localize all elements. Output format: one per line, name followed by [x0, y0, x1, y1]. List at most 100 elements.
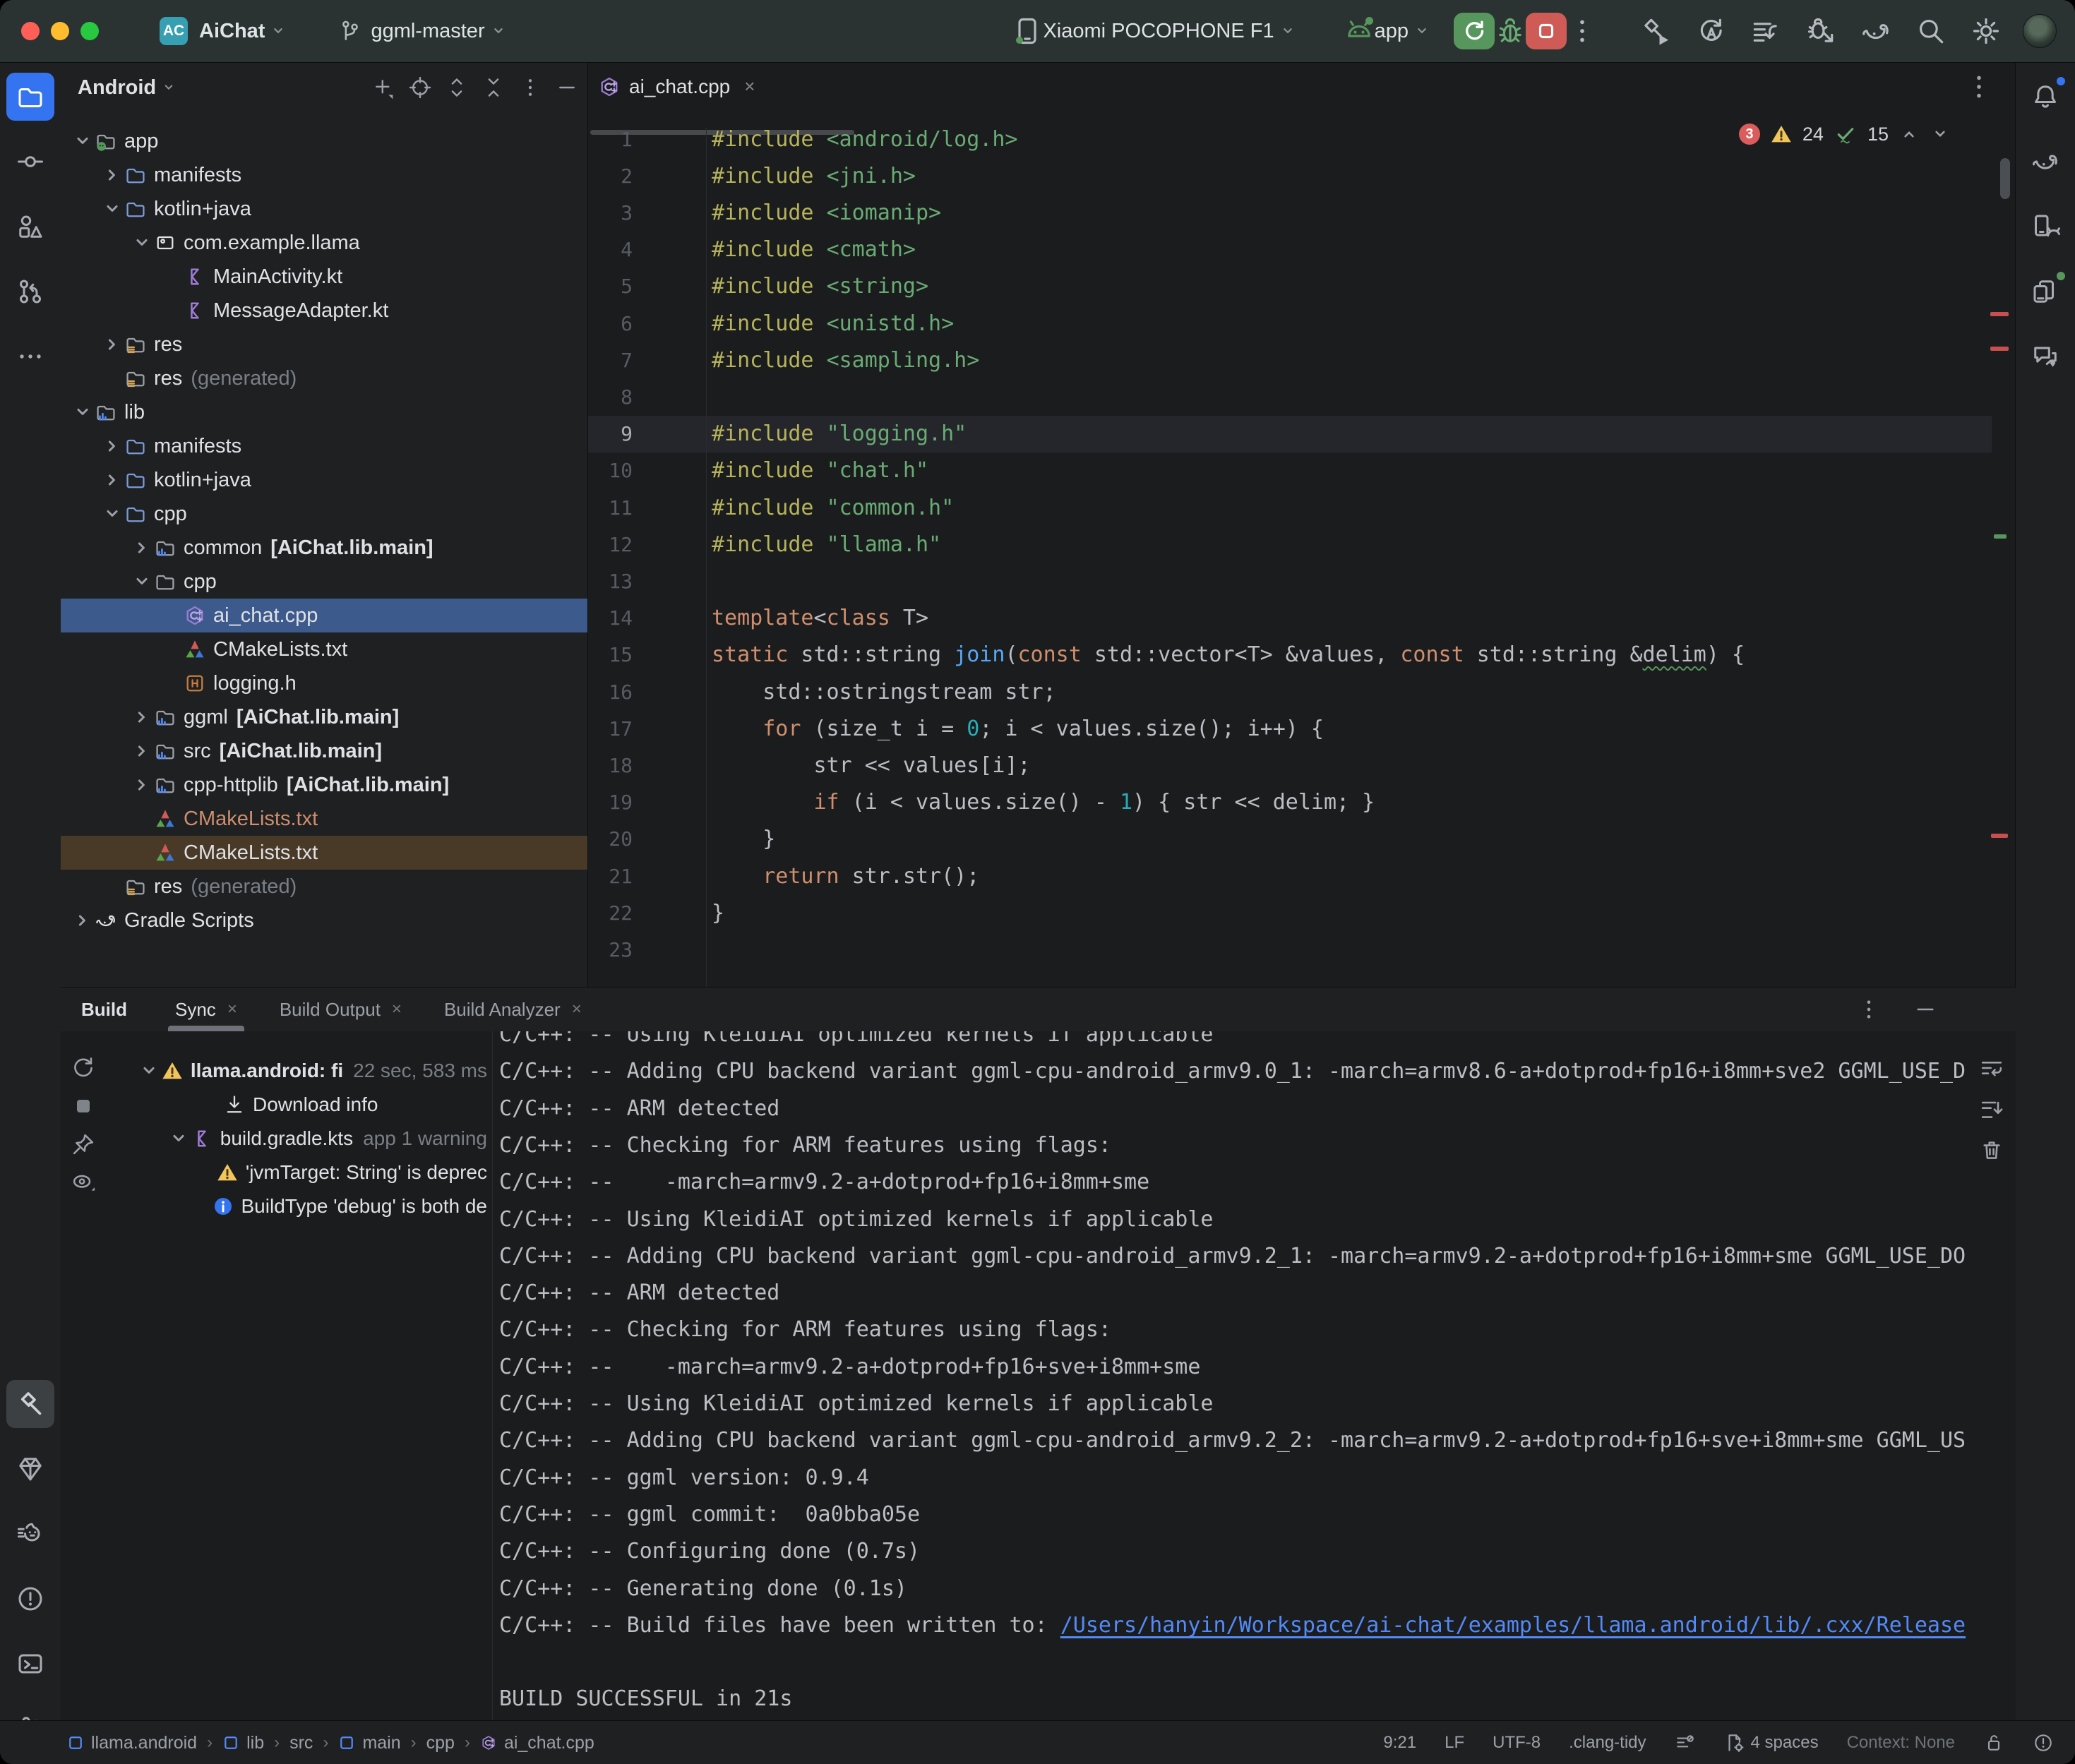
build-tab-build-analyzer[interactable]: Build Analyzer×	[441, 988, 585, 1031]
tree-item-res[interactable]: res(generated)	[61, 361, 587, 395]
tool-strip-gemini[interactable]	[2021, 332, 2069, 380]
tree-item-manifests[interactable]: manifests	[61, 158, 587, 192]
chevron-down-icon[interactable]	[167, 1127, 191, 1151]
expand-all-icon[interactable]	[445, 76, 469, 100]
tree-item-lib[interactable]: lib	[61, 395, 587, 429]
chevron-right-icon[interactable]	[71, 908, 95, 932]
status-context-none[interactable]: Context: None	[1847, 1733, 1955, 1753]
next-problem-icon[interactable]	[1930, 124, 1951, 145]
code-line-14[interactable]: 14template<class T>	[588, 600, 2016, 637]
build-tree-item[interactable]: 'jvmTarget: String' is deprec	[61, 1156, 487, 1189]
tree-item-logging-h[interactable]: logging.h	[61, 666, 587, 700]
branch-name[interactable]: ggml-master	[371, 20, 484, 43]
error-count-badge[interactable]: 3	[1739, 124, 1760, 145]
minus-icon[interactable]	[555, 76, 579, 100]
code-line-21[interactable]: 21 return str.str();	[588, 858, 2016, 894]
search-everywhere-button[interactable]	[1915, 16, 1947, 47]
editor-scrollbar[interactable]	[2000, 158, 2010, 199]
code-line-18[interactable]: 18 str << values[i];	[588, 747, 2016, 784]
error-stripe-mark[interactable]	[1990, 347, 2009, 351]
tree-item-gradle-scripts[interactable]: Gradle Scripts	[61, 904, 587, 937]
zoom-window-button[interactable]	[80, 22, 99, 40]
close-tab-icon[interactable]: ×	[227, 1000, 237, 1019]
code-line-15[interactable]: 15static std::string join(const std::vec…	[588, 637, 2016, 673]
tool-strip-resource-manager[interactable]	[6, 203, 54, 251]
tree-item-mainactivity-kt[interactable]: MainActivity.kt	[61, 260, 587, 294]
status-utf-8[interactable]: UTF-8	[1493, 1733, 1541, 1753]
inspections-widget[interactable]: 3 24 15	[1739, 122, 1951, 146]
tool-strip-device-manager[interactable]	[2021, 203, 2069, 251]
close-tab-icon[interactable]: ×	[572, 1000, 582, 1019]
device-selector[interactable]: Xiaomi POCOPHONE F1	[1043, 20, 1274, 43]
build-project-button[interactable]	[1640, 16, 1671, 47]
tool-strip-terminal[interactable]	[6, 1640, 54, 1688]
passed-count[interactable]: 15	[1867, 124, 1889, 145]
tree-item-kotlin-java[interactable]: kotlin+java	[61, 192, 587, 226]
error-stripe-mark[interactable]	[1991, 834, 2008, 838]
tool-strip-running-devices[interactable]	[2021, 268, 2069, 316]
tree-item-cpp[interactable]: cpp	[61, 565, 587, 599]
code-line-11[interactable]: 11#include "common.h"	[588, 489, 2016, 526]
status--clang-tidy[interactable]: .clang-tidy	[1569, 1733, 1646, 1753]
tree-item-res[interactable]: res	[61, 328, 587, 361]
tree-item-manifests[interactable]: manifests	[61, 429, 587, 463]
code-line-6[interactable]: 6#include <unistd.h>	[588, 305, 2016, 342]
breadcrumb-main[interactable]: main	[338, 1733, 400, 1753]
tree-item-cmakelists-txt[interactable]: CMakeLists.txt	[61, 632, 587, 666]
attach-debugger-button[interactable]	[1805, 16, 1836, 47]
status-4-spaces[interactable]: 4 spaces	[1724, 1732, 1819, 1753]
close-tab-icon[interactable]: ×	[744, 76, 755, 97]
code-line-2[interactable]: 2#include <jni.h>	[588, 157, 2016, 194]
code-line-22[interactable]: 22}	[588, 894, 2016, 931]
chevron-down-icon[interactable]	[130, 231, 154, 255]
status-9-21[interactable]: 9:21	[1383, 1733, 1416, 1753]
tool-strip-build[interactable]	[6, 1380, 54, 1428]
code-line-8[interactable]: 8	[588, 378, 2016, 415]
tool-strip-more-tool-windows[interactable]	[6, 332, 54, 380]
tree-item-kotlin-java[interactable]: kotlin+java	[61, 463, 587, 497]
code-line-16[interactable]: 16 std::ostringstream str;	[588, 673, 2016, 710]
stop-button[interactable]	[1526, 13, 1567, 49]
apply-changes-button[interactable]	[1695, 16, 1726, 47]
tool-strip-commit[interactable]	[6, 138, 54, 186]
tree-item-messageadapter-kt[interactable]: MessageAdapter.kt	[61, 294, 587, 328]
project-view-selector[interactable]: Android	[78, 76, 156, 100]
build-output-link[interactable]: /Users/hanyin/Workspace/ai-chat/examples…	[1060, 1613, 1966, 1638]
chevron-down-icon[interactable]	[100, 502, 124, 526]
profiler-button[interactable]	[1750, 16, 1781, 47]
chevron-right-icon[interactable]	[100, 163, 124, 187]
tree-item-res[interactable]: res(generated)	[61, 870, 587, 904]
change-stripe-mark[interactable]	[1994, 534, 2007, 539]
chevron-right-icon[interactable]	[130, 536, 154, 560]
status-unlock[interactable]	[1983, 1732, 2004, 1753]
code-line-9[interactable]: 9#include "logging.h"	[588, 416, 2016, 452]
code-line-7[interactable]: 7#include <sampling.h>	[588, 342, 2016, 378]
settings-button[interactable]	[1971, 16, 2002, 47]
kebab-icon[interactable]	[518, 76, 542, 100]
minimize-window-button[interactable]	[51, 22, 69, 40]
tree-item-ai-chat-cpp[interactable]: ai_chat.cpp	[61, 599, 587, 632]
trash-icon[interactable]	[1979, 1137, 2004, 1163]
chevron-right-icon[interactable]	[100, 468, 124, 492]
tree-item-com-example-llama[interactable]: com.example.llama	[61, 226, 587, 260]
tool-strip-gradle[interactable]	[2021, 138, 2069, 186]
editor[interactable]: ai_chat.cpp × 1#include <android/log.h>2…	[588, 63, 2016, 987]
build-panel-title[interactable]: Build	[81, 999, 127, 1021]
chevron-down-icon[interactable]	[137, 1059, 161, 1083]
build-tree-item[interactable]: build.gradle.ktsapp 1 warning	[61, 1122, 487, 1156]
tree-item-cpp[interactable]: cpp	[61, 497, 587, 531]
soft-wrap-icon[interactable]	[1979, 1055, 2004, 1081]
build-tab-sync[interactable]: Sync×	[172, 988, 240, 1031]
scroll-end-icon[interactable]	[1979, 1096, 2004, 1122]
breadcrumb-llama-android[interactable]: llama.android	[67, 1733, 197, 1753]
tree-item-cmakelists-txt[interactable]: CMakeLists.txt	[61, 802, 587, 836]
code-line-10[interactable]: 10#include "chat.h"	[588, 452, 2016, 489]
tree-item-src[interactable]: src[AiChat.lib.main]	[61, 734, 587, 768]
build-tree-item[interactable]: llama.android: fi22 sec, 583 ms	[61, 1054, 487, 1088]
rerun-button[interactable]	[1454, 13, 1495, 49]
build-tab-build-output[interactable]: Build Output×	[277, 988, 405, 1031]
run-config-selector[interactable]: app	[1375, 20, 1409, 43]
chevron-right-icon[interactable]	[130, 705, 154, 729]
tree-item-cmakelists-txt[interactable]: CMakeLists.txt	[61, 836, 587, 870]
chevron-right-icon[interactable]	[130, 773, 154, 797]
